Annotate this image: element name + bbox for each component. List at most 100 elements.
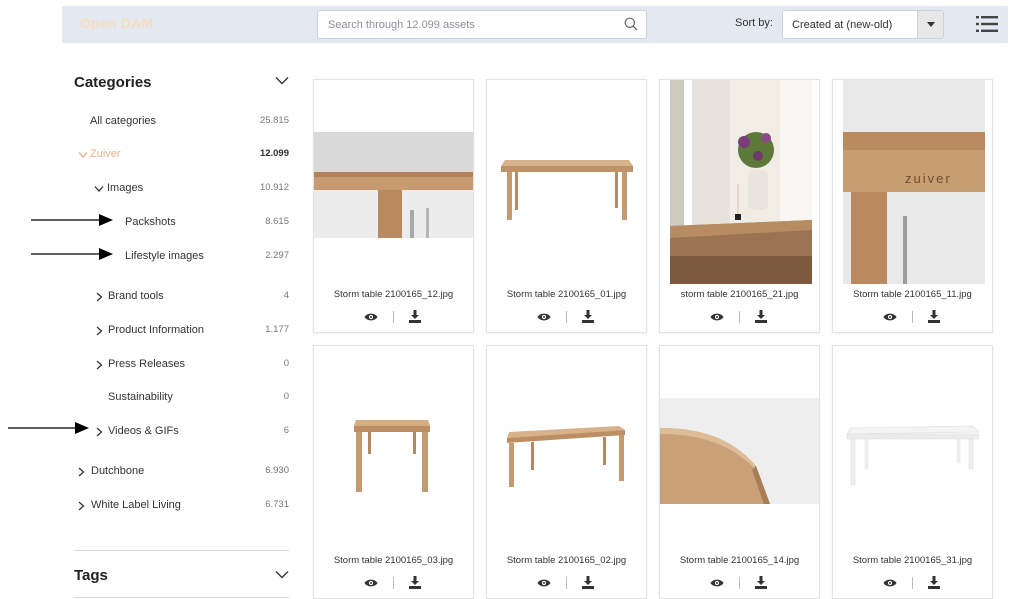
table-packshot-image xyxy=(501,160,633,220)
eye-icon[interactable] xyxy=(537,578,551,588)
asset-filename: storm table 2100165_21.jpg xyxy=(680,289,799,300)
download-icon[interactable] xyxy=(928,310,940,323)
chevron-down-icon xyxy=(94,186,104,192)
download-icon[interactable] xyxy=(582,310,594,323)
asset-card[interactable]: Storm table 2100165_02.jpg xyxy=(486,345,647,599)
category-press-releases[interactable]: Press Releases 0 xyxy=(74,355,289,375)
white-table-packshot-image xyxy=(846,425,980,486)
sort-select[interactable]: Created at (new-old) xyxy=(782,10,944,39)
chevron-down-icon[interactable] xyxy=(275,570,289,579)
asset-card[interactable]: storm table 2100165_21.jpg xyxy=(659,79,820,333)
categories-panel: Categories All categories 25.815 Zuiver … xyxy=(74,62,289,511)
asset-actions xyxy=(314,310,473,326)
sort-label: Sort by: xyxy=(735,17,773,29)
asset-actions xyxy=(660,576,819,592)
asset-thumbnail[interactable] xyxy=(660,346,819,550)
asset-actions xyxy=(833,310,992,326)
category-dutchbone[interactable]: Dutchbone 6.930 xyxy=(74,462,289,482)
eye-icon[interactable] xyxy=(364,312,378,322)
eye-icon[interactable] xyxy=(883,312,897,322)
top-bar: Open DAM Sort by: Created at (new-old) xyxy=(62,6,1008,43)
chevron-right-icon xyxy=(96,360,103,370)
table-angle-packshot-image xyxy=(507,426,625,487)
categories-header[interactable]: Categories xyxy=(74,62,289,100)
download-icon[interactable] xyxy=(409,310,421,323)
asset-filename: Storm table 2100165_12.jpg xyxy=(333,289,454,300)
category-sustainability[interactable]: Sustainability 0 xyxy=(74,388,289,408)
caret-down-icon xyxy=(927,22,935,27)
asset-card[interactable]: Storm table 2100165_14.jpg xyxy=(659,345,820,599)
table-logo-detail-image: zuiver xyxy=(843,80,985,284)
category-videos-gifs[interactable]: Videos & GIFs 6 xyxy=(74,422,289,442)
asset-card[interactable]: Storm table 2100165_12.jpg xyxy=(313,79,474,333)
asset-actions xyxy=(487,310,646,326)
asset-filename: Storm table 2100165_01.jpg xyxy=(506,289,627,300)
sort-selected-value: Created at (new-old) xyxy=(792,19,893,31)
asset-thumbnail[interactable] xyxy=(833,346,992,550)
asset-card[interactable]: Storm table 2100165_01.jpg xyxy=(486,79,647,333)
annotation-arrow-icon xyxy=(31,248,113,260)
asset-card[interactable]: zuiver Storm table 2100165_11.jpg xyxy=(832,79,993,333)
asset-thumbnail[interactable] xyxy=(660,80,819,284)
category-white-label-living[interactable]: White Label Living 6.731 xyxy=(74,496,289,516)
asset-actions xyxy=(660,310,819,326)
chevron-right-icon xyxy=(78,501,85,511)
chevron-down-icon[interactable] xyxy=(275,76,289,85)
eye-icon[interactable] xyxy=(883,578,897,588)
action-separator xyxy=(912,311,913,323)
asset-card[interactable]: Storm table 2100165_31.jpg xyxy=(832,345,993,599)
sidebar-divider xyxy=(74,597,289,598)
search-icon[interactable] xyxy=(624,17,638,31)
action-separator xyxy=(566,311,567,323)
table-side-packshot-image xyxy=(354,420,430,492)
asset-thumbnail[interactable] xyxy=(314,346,473,550)
eye-icon[interactable] xyxy=(710,312,724,322)
action-separator xyxy=(739,577,740,589)
asset-actions xyxy=(833,576,992,592)
chevron-right-icon xyxy=(96,427,103,437)
asset-filename: Storm table 2100165_02.jpg xyxy=(506,555,627,566)
download-icon[interactable] xyxy=(582,576,594,589)
table-top-detail-image xyxy=(660,398,819,504)
asset-thumbnail[interactable] xyxy=(487,346,646,550)
asset-actions xyxy=(487,576,646,592)
category-brand-tools[interactable]: Brand tools 4 xyxy=(74,287,289,307)
search-input[interactable] xyxy=(318,11,618,38)
sidebar-divider xyxy=(74,550,289,551)
category-all[interactable]: All categories 25.815 xyxy=(74,112,289,132)
asset-filename: Storm table 2100165_11.jpg xyxy=(853,289,972,300)
download-icon[interactable] xyxy=(755,310,767,323)
list-view-icon[interactable] xyxy=(976,15,998,33)
chevron-down-icon xyxy=(78,152,88,158)
tags-header[interactable]: Tags xyxy=(74,562,289,592)
asset-thumbnail[interactable]: zuiver xyxy=(833,80,992,284)
asset-thumbnail[interactable] xyxy=(314,80,473,284)
categories-title: Categories xyxy=(74,74,152,91)
action-separator xyxy=(739,311,740,323)
asset-filename: Storm table 2100165_31.jpg xyxy=(852,555,973,566)
download-icon[interactable] xyxy=(409,576,421,589)
chevron-right-icon xyxy=(78,467,85,477)
eye-icon[interactable] xyxy=(710,578,724,588)
thumbnail-logo-text: zuiver xyxy=(905,171,952,186)
asset-thumbnail[interactable] xyxy=(487,80,646,284)
category-images[interactable]: Images 10.912 xyxy=(74,179,289,199)
chevron-right-icon xyxy=(96,292,103,302)
sort-dropdown-button[interactable] xyxy=(917,11,943,38)
tags-title: Tags xyxy=(74,567,108,584)
brand-logo[interactable]: Open DAM xyxy=(80,15,153,31)
eye-icon[interactable] xyxy=(364,578,378,588)
category-zuiver[interactable]: Zuiver 12.099 xyxy=(74,145,289,165)
category-product-information[interactable]: Product Information 1.177 xyxy=(74,321,289,341)
asset-filename: Storm table 2100165_14.jpg xyxy=(679,555,800,566)
search-box[interactable] xyxy=(317,10,647,39)
eye-icon[interactable] xyxy=(537,312,551,322)
action-separator xyxy=(393,311,394,323)
action-separator xyxy=(912,577,913,589)
download-icon[interactable] xyxy=(755,576,767,589)
asset-card[interactable]: Storm table 2100165_03.jpg xyxy=(313,345,474,599)
annotation-arrow-icon xyxy=(8,422,89,434)
asset-filename: Storm table 2100165_03.jpg xyxy=(333,555,454,566)
download-icon[interactable] xyxy=(928,576,940,589)
action-separator xyxy=(566,577,567,589)
